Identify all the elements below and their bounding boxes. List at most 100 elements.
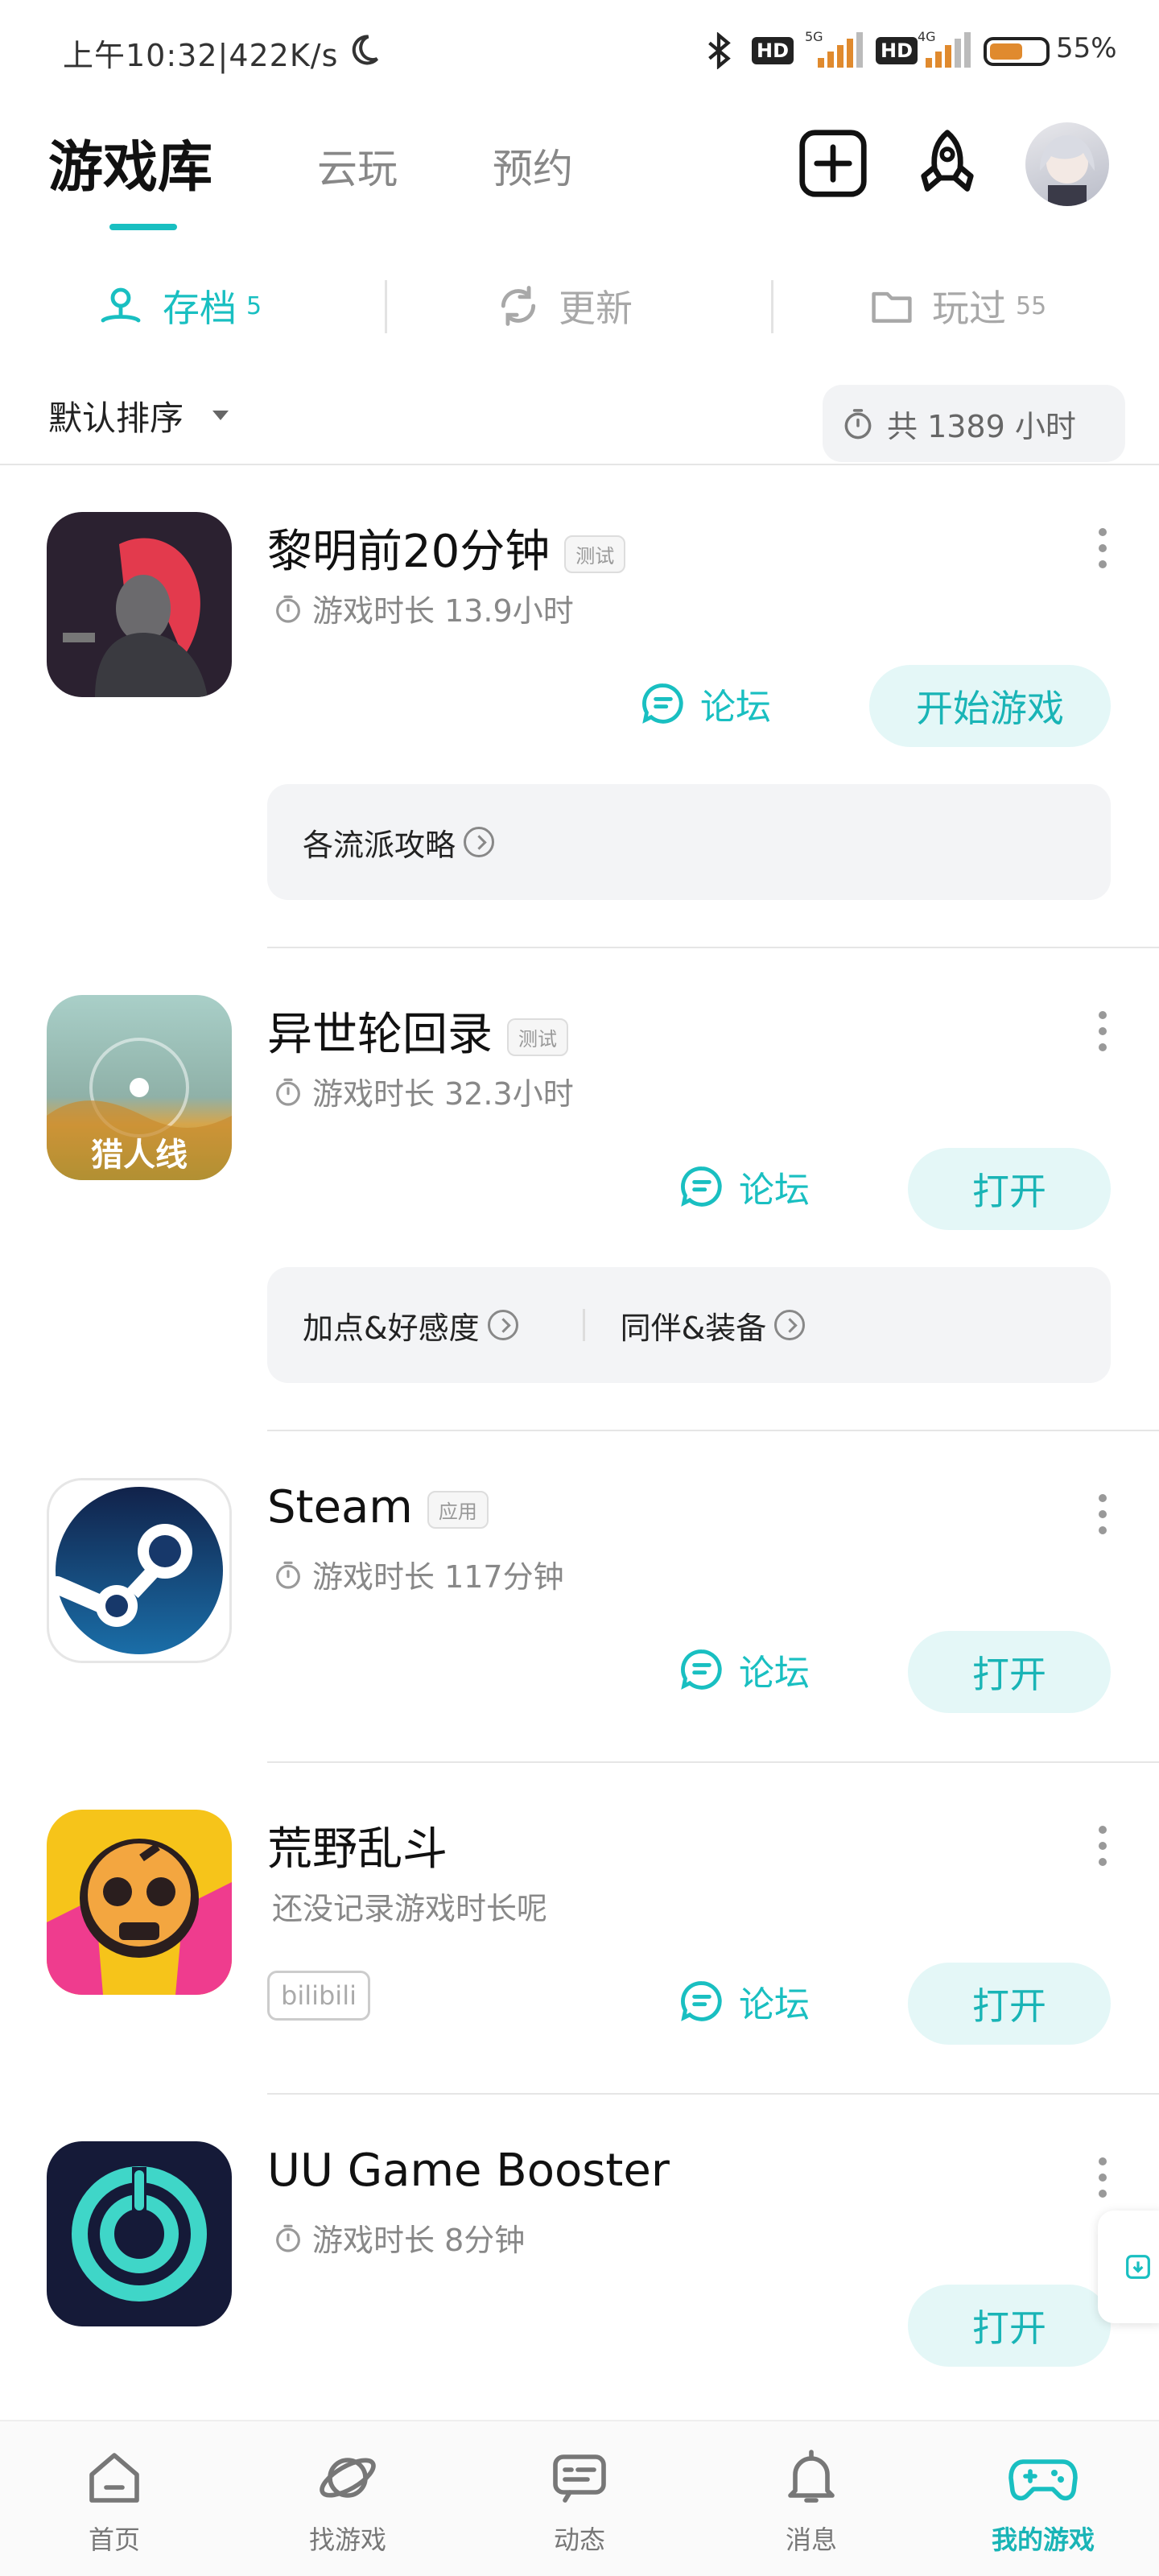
tab-reservation[interactable]: 预约 <box>493 137 573 195</box>
nav-feed[interactable]: 动态 <box>499 2446 660 2557</box>
rocket-icon[interactable] <box>911 127 984 200</box>
segment-played[interactable]: 玩过 55 <box>869 258 1046 354</box>
segment-update-label: 更新 <box>559 287 633 330</box>
game-playtime: 还没记录游戏时长呢 <box>272 1891 548 1926</box>
game-icon-reincarnation[interactable]: 猎人线 <box>47 995 232 1180</box>
battery-level: 55% <box>1056 32 1117 64</box>
status-time: 上午10:32|422K/s <box>63 38 339 73</box>
open-button[interactable]: 打开 <box>908 1148 1111 1230</box>
more-options-icon[interactable] <box>1096 1011 1109 1059</box>
segment-archive-count: 5 <box>246 291 262 320</box>
sort-row: 默认排序 共 1389 小时 <box>0 378 1159 467</box>
open-button[interactable]: 打开 <box>908 2285 1111 2367</box>
total-playtime-text: 共 1389 小时 <box>887 408 1076 444</box>
game-playtime: 游戏时长 13.9小时 <box>272 586 574 630</box>
tag-badge: 应用 <box>427 1491 489 1530</box>
divider <box>0 464 1159 465</box>
segment-archive-label: 存档 <box>163 287 237 330</box>
segment-bar: 存档 5 更新 玩过 55 <box>0 258 1159 354</box>
stopwatch-icon <box>276 595 300 623</box>
refresh-icon <box>501 286 536 326</box>
home-icon <box>89 2453 139 2503</box>
forum-button[interactable]: 论坛 <box>641 665 771 742</box>
chat-icon <box>681 1649 722 1690</box>
game-icon-dawn[interactable] <box>47 512 232 697</box>
game-title: Steam 应用 <box>267 1481 489 1534</box>
floating-side-tab[interactable] <box>1098 2211 1159 2323</box>
chevron-right-icon <box>774 1310 806 1340</box>
game-icon-brawl-stars[interactable] <box>47 1810 232 1995</box>
chat-icon <box>642 683 683 724</box>
hd-badge: HD <box>752 37 794 64</box>
game-icon-uu-booster[interactable] <box>47 2141 232 2326</box>
divider <box>267 947 1159 948</box>
tab-indicator <box>109 224 177 230</box>
segment-archive[interactable]: 存档 5 <box>97 258 262 354</box>
game-title: 荒野乱斗 <box>267 1823 448 1876</box>
chat-icon <box>681 1981 722 2021</box>
hd-badge-2: HD <box>876 37 918 64</box>
game-icon-steam[interactable] <box>47 1478 232 1663</box>
game-playtime: 游戏时长 32.3小时 <box>272 1069 574 1113</box>
bell-icon <box>788 2450 835 2503</box>
icon-caption: 猎人线 <box>91 1137 188 1174</box>
segment-divider-2 <box>771 280 773 333</box>
planet-icon <box>320 2458 376 2498</box>
status-bar: 上午10:32|422K/s HD 5G HD 4G 55% <box>0 0 1159 97</box>
bottom-navigation: 首页 找游戏 动态 消息 我的游戏 <box>0 2420 1159 2576</box>
segment-played-count: 55 <box>1016 291 1047 320</box>
battery-icon <box>984 37 1050 66</box>
segment-played-label: 玩过 <box>932 287 1006 330</box>
guide-box: 各流派攻略 <box>267 784 1111 900</box>
game-title: 异世轮回录 测试 <box>267 998 568 1063</box>
location-pin-icon <box>101 287 141 323</box>
caret-down-icon[interactable] <box>212 411 229 420</box>
divider <box>267 1761 1159 1763</box>
signal-icon-2 <box>926 32 971 68</box>
stopwatch-icon <box>276 2224 300 2252</box>
divider <box>267 1430 1159 1431</box>
game-title: 黎明前20分钟 测试 <box>267 515 626 580</box>
download-icon <box>1126 2255 1150 2279</box>
nav-my-games[interactable]: 我的游戏 <box>963 2446 1124 2557</box>
chevron-right-icon <box>464 827 495 857</box>
forum-button[interactable]: 论坛 <box>679 1631 810 1708</box>
guide-box: 加点&好感度 同伴&装备 <box>267 1267 1111 1383</box>
more-options-icon[interactable] <box>1096 2157 1109 2206</box>
sort-dropdown[interactable]: 默认排序 <box>48 391 184 440</box>
tab-cloud-play[interactable]: 云玩 <box>317 137 398 195</box>
game-playtime: 游戏时长 8分钟 <box>272 2215 525 2260</box>
game-playtime: 游戏时长 117分钟 <box>272 1552 564 1596</box>
user-avatar[interactable] <box>1025 122 1109 206</box>
segment-update[interactable]: 更新 <box>496 258 633 354</box>
guide-link[interactable]: 同伴&装备 <box>585 1303 806 1348</box>
nav-find-games[interactable]: 找游戏 <box>267 2446 428 2557</box>
more-options-icon[interactable] <box>1096 528 1109 576</box>
game-title: UU Game Booster <box>267 2145 670 2197</box>
divider <box>267 2093 1159 2095</box>
more-options-icon[interactable] <box>1096 1494 1109 1542</box>
forum-button[interactable]: 论坛 <box>679 1148 810 1225</box>
bilibili-badge: bilibili <box>267 1971 370 2021</box>
message-card-icon <box>553 2454 606 2503</box>
guide-link[interactable]: 加点&好感度 <box>267 1303 518 1348</box>
stopwatch-icon <box>276 1078 300 1106</box>
moon-icon <box>352 35 378 65</box>
open-button[interactable]: 打开 <box>908 1631 1111 1713</box>
nav-messages[interactable]: 消息 <box>731 2446 892 2557</box>
forum-button[interactable]: 论坛 <box>679 1963 810 2040</box>
guide-link[interactable]: 各流派攻略 <box>267 820 495 865</box>
bluetooth-icon <box>708 32 731 69</box>
total-playtime: 共 1389 小时 <box>823 385 1125 462</box>
tag-badge: 测试 <box>564 535 626 574</box>
tab-game-library[interactable]: 游戏库 <box>48 122 212 202</box>
signal-icon <box>818 32 863 68</box>
more-options-icon[interactable] <box>1096 1826 1109 1874</box>
start-game-button[interactable]: 开始游戏 <box>869 665 1111 747</box>
nav-home[interactable]: 首页 <box>34 2446 195 2557</box>
add-icon[interactable] <box>797 127 869 200</box>
gamepad-icon <box>1008 2459 1078 2501</box>
tag-badge: 测试 <box>507 1018 568 1057</box>
folder-icon <box>872 291 912 323</box>
open-button[interactable]: 打开 <box>908 1963 1111 2045</box>
